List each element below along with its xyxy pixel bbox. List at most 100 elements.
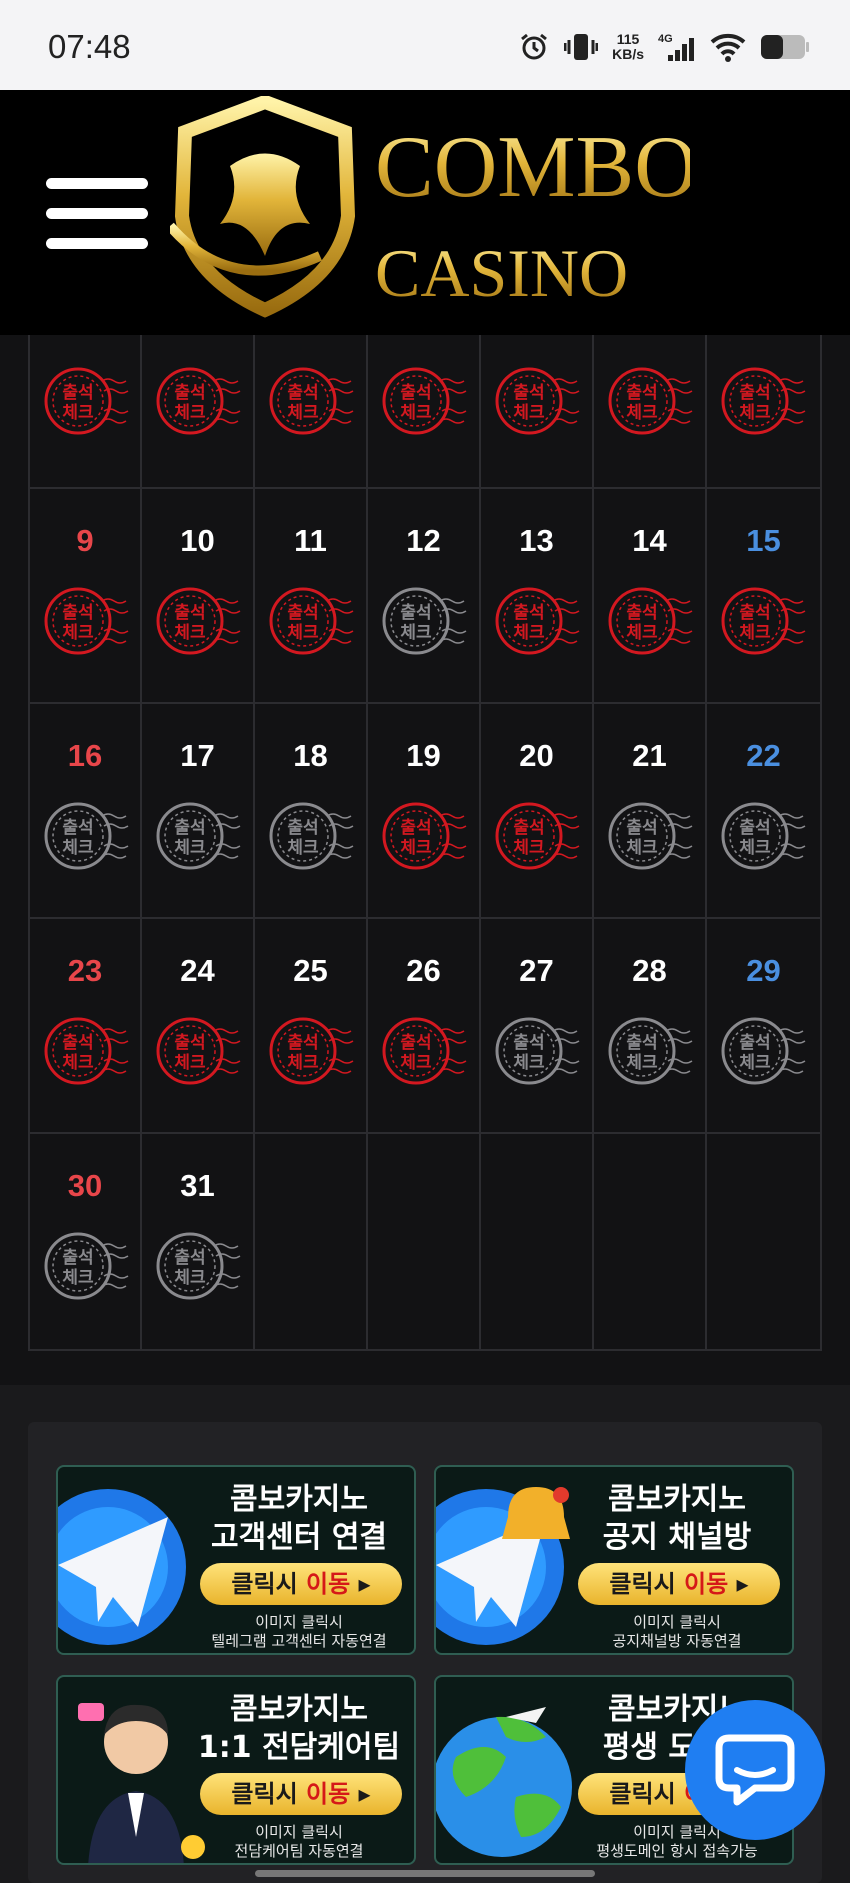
globe-icon <box>436 1707 572 1857</box>
calendar-day-cell[interactable]: 29 출석 체크 <box>707 919 822 1134</box>
menu-button[interactable] <box>46 178 148 250</box>
calendar-day-cell[interactable]: 16 출석 체크 <box>28 704 142 919</box>
calendar-day-cell[interactable]: 15 출석 체크 <box>707 489 822 704</box>
day-number: 21 <box>632 738 667 773</box>
day-number: 19 <box>406 738 441 773</box>
calendar-day-cell[interactable]: 출석 체크 <box>368 335 481 487</box>
alarm-icon <box>521 33 548 60</box>
svg-text:체크: 체크 <box>287 838 319 858</box>
svg-text:출석: 출석 <box>626 383 657 403</box>
svg-text:체크: 체크 <box>513 1053 545 1073</box>
attendance-stamp-icon: 출석체크 <box>269 802 354 870</box>
banner-notice-channel[interactable]: 콤보카지노 공지 채널방 클릭시 이동 ▸ 이미지 클릭시 공지채널방 자동연결 <box>434 1465 794 1655</box>
svg-text:체크: 체크 <box>62 1053 94 1073</box>
calendar-day-cell[interactable]: 출석 체크 <box>481 335 594 487</box>
banner-customer-center[interactable]: 콤보카지노 고객센터 연결 클릭시 이동 ▸ 이미지 클릭시 텔레그램 고객센터 자… <box>56 1465 416 1655</box>
attendance-stamp-checked-icon: 출석체크 <box>382 1017 467 1085</box>
chat-bubble-icon <box>715 1734 795 1806</box>
attendance-stamp-icon: 출석체크 <box>721 802 806 870</box>
attendance-stamp-checked-icon: 출석체크 <box>721 367 806 435</box>
day-number: 28 <box>632 953 667 988</box>
svg-text:출석: 출석 <box>739 818 770 838</box>
calendar-day-cell[interactable]: 21 출석 체크 <box>594 704 707 919</box>
banner-go-button[interactable]: 클릭시 이동 ▸ <box>578 1563 780 1605</box>
calendar-week-row: 16 출석 체크 17 출석 체크 18 출석 체크 19 출석 체크 20 출석 체크 21 출석 체크 22 출석… <box>28 702 822 919</box>
calendar-day-cell <box>368 1134 481 1349</box>
calendar-day-cell[interactable]: 20 출석 체크 <box>481 704 594 919</box>
svg-text:체크: 체크 <box>400 1053 432 1073</box>
calendar-day-cell[interactable]: 12 출석 체크 <box>368 489 481 704</box>
calendar-day-cell[interactable]: 10 출석 체크 <box>142 489 255 704</box>
calendar-day-cell[interactable]: 27 출석 체크 <box>481 919 594 1134</box>
attendance-stamp-icon: 출석체크 <box>721 1017 806 1085</box>
calendar-day-cell[interactable]: 출석 체크 <box>594 335 707 487</box>
calendar-day-cell[interactable]: 11 출석 체크 <box>255 489 368 704</box>
day-number: 22 <box>746 738 781 773</box>
attendance-stamp-icon: 출석체크 <box>495 1017 580 1085</box>
calendar-day-cell[interactable]: 출석 체크 <box>707 335 822 487</box>
calendar-day-cell[interactable]: 13 출석 체크 <box>481 489 594 704</box>
svg-text:체크: 체크 <box>739 623 771 643</box>
live-chat-button[interactable] <box>685 1700 825 1840</box>
svg-text:출석: 출석 <box>174 1033 205 1053</box>
calendar-day-cell <box>481 1134 594 1349</box>
svg-text:출석: 출석 <box>62 818 93 838</box>
day-number: 16 <box>67 738 103 773</box>
shield-icon <box>170 96 356 318</box>
menu-line <box>46 208 148 219</box>
calendar-week-row: 30 출석 체크 31 출석 체크 <box>28 1132 822 1351</box>
svg-text:출석: 출석 <box>626 603 657 623</box>
svg-text:출석: 출석 <box>400 1033 431 1053</box>
calendar-day-cell <box>255 1134 368 1349</box>
calendar-day-cell[interactable]: 18 출석 체크 <box>255 704 368 919</box>
calendar-day-cell[interactable]: 30 출석 체크 <box>28 1134 142 1349</box>
calendar-day-cell[interactable]: 출석 체크 <box>255 335 368 487</box>
day-number: 18 <box>293 738 328 773</box>
wifi-icon <box>710 33 746 62</box>
combo-casino-logo[interactable]: COMBO CASINO <box>170 96 690 322</box>
calendar-day-cell[interactable]: 19 출석 체크 <box>368 704 481 919</box>
day-number: 25 <box>293 953 328 988</box>
day-number: 12 <box>406 523 441 558</box>
svg-text:체크: 체크 <box>513 403 545 423</box>
attendance-stamp-checked-icon: 출석체크 <box>269 587 354 655</box>
calendar-day-cell[interactable]: 출석 체크 <box>28 335 142 487</box>
day-number: 14 <box>632 523 667 558</box>
attendance-stamp-icon: 출석체크 <box>156 802 241 870</box>
calendar-day-cell[interactable]: 출석 체크 <box>142 335 255 487</box>
svg-text:체크: 체크 <box>174 1053 206 1073</box>
calendar-day-cell[interactable]: 25 출석 체크 <box>255 919 368 1134</box>
svg-text:출석: 출석 <box>400 603 431 623</box>
svg-text:출석: 출석 <box>739 1033 770 1053</box>
svg-text:체크: 체크 <box>626 623 658 643</box>
calendar-day-cell[interactable]: 14 출석 체크 <box>594 489 707 704</box>
calendar-day-cell[interactable]: 26 출석 체크 <box>368 919 481 1134</box>
svg-text:체크: 체크 <box>513 623 545 643</box>
calendar-day-cell[interactable]: 23 출석 체크 <box>28 919 142 1134</box>
attendance-stamp-checked-icon: 출석체크 <box>156 1017 241 1085</box>
attendance-stamp-icon: 출석체크 <box>156 1232 241 1300</box>
calendar-day-cell[interactable]: 24 출석 체크 <box>142 919 255 1134</box>
banner-care-team[interactable]: 콤보카지노 1:1 전담케어팀 클릭시 이동 ▸ 이미지 클릭시 전담케어팀 자동연… <box>56 1675 416 1865</box>
calendar-day-cell[interactable]: 31 출석 체크 <box>142 1134 255 1349</box>
svg-text:체크: 체크 <box>400 403 432 423</box>
calendar-day-cell[interactable]: 17 출석 체크 <box>142 704 255 919</box>
svg-text:체크: 체크 <box>626 403 658 423</box>
banner-go-button[interactable]: 클릭시 이동 ▸ <box>200 1773 402 1815</box>
day-number: 29 <box>746 953 781 988</box>
svg-text:출석: 출석 <box>739 383 770 403</box>
svg-text:체크: 체크 <box>62 403 94 423</box>
gesture-bar <box>255 1870 595 1877</box>
svg-text:출석: 출석 <box>287 818 318 838</box>
svg-text:체크: 체크 <box>287 403 319 423</box>
calendar-day-cell[interactable]: 9 출석 체크 <box>28 489 142 704</box>
svg-text:출석: 출석 <box>626 1033 657 1053</box>
calendar-day-cell[interactable]: 28 출석 체크 <box>594 919 707 1134</box>
calendar-week-row: 9 출석 체크 10 출석 체크 11 출석 체크 12 출석 체크 13 출석 체크 14 출석 체크 15 출석 체… <box>28 487 822 704</box>
attendance-stamp-checked-icon: 출석체크 <box>721 587 806 655</box>
calendar-day-cell[interactable]: 22 출석 체크 <box>707 704 822 919</box>
svg-text:체크: 체크 <box>400 623 432 643</box>
svg-text:체크: 체크 <box>626 1053 658 1073</box>
banner-go-button[interactable]: 클릭시 이동 ▸ <box>200 1563 402 1605</box>
banner-title-1: 콤보카지노 <box>230 1692 368 1727</box>
